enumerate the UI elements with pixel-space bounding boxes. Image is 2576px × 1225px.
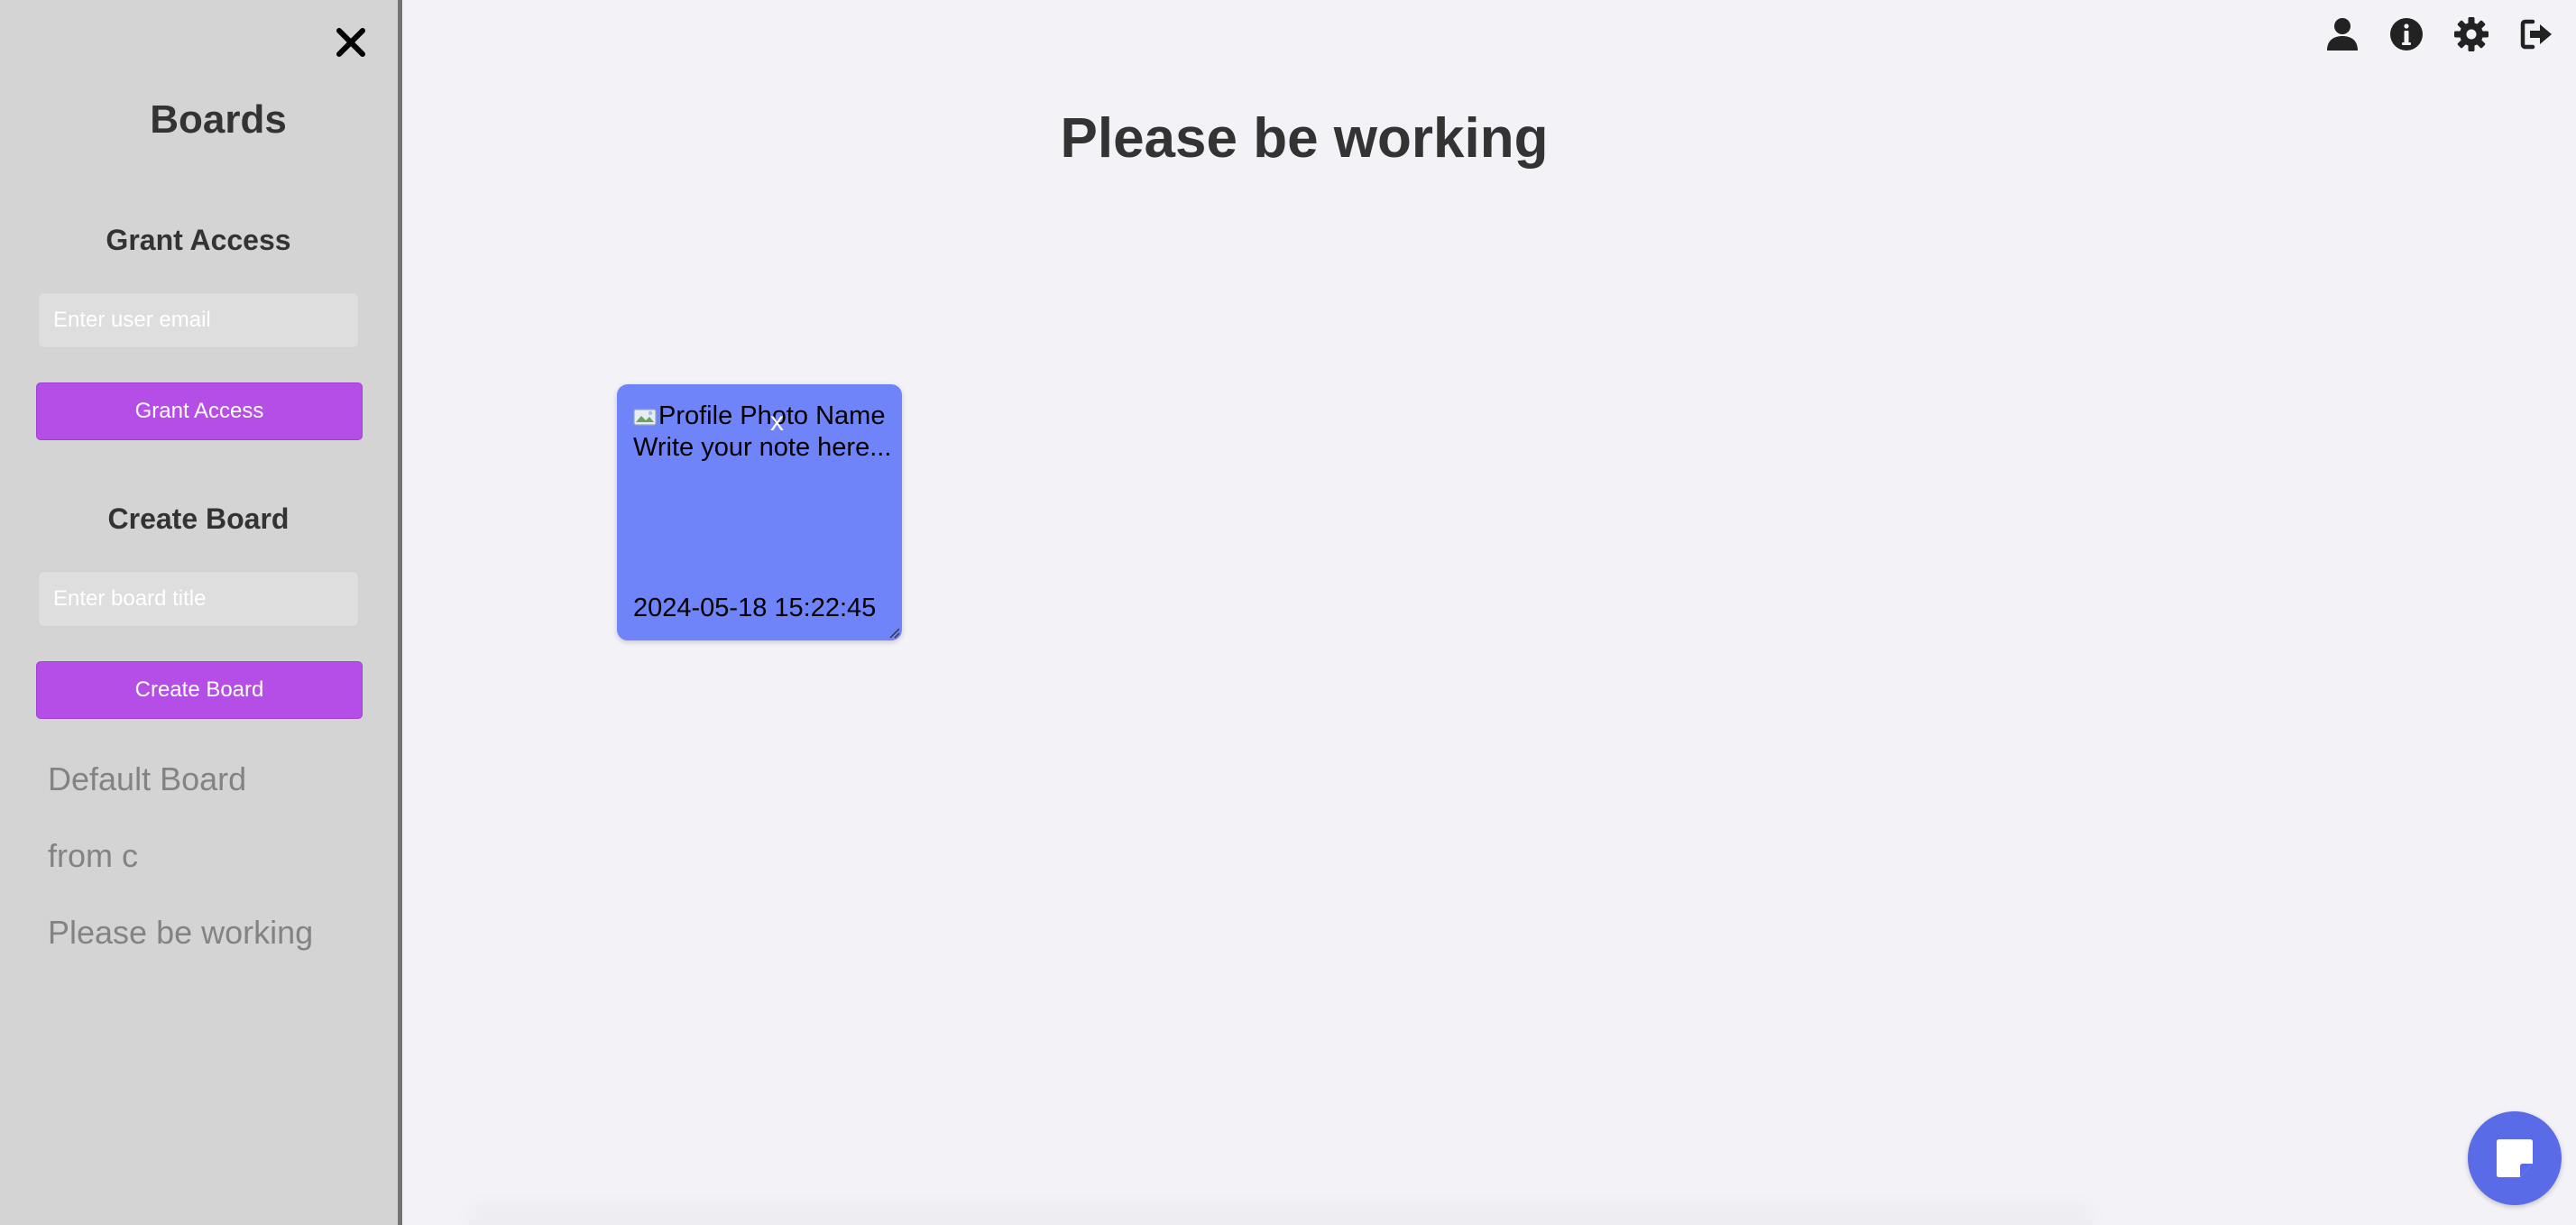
note-header: Profile Photo Name [633, 401, 885, 432]
create-board-button[interactable]: Create Board [36, 661, 363, 719]
board-item-default-board[interactable]: Default Board [48, 760, 246, 798]
grant-access-button[interactable]: Grant Access [36, 382, 363, 440]
note-content-input[interactable]: Write your note here... [633, 432, 891, 464]
user-email-input[interactable] [38, 292, 359, 348]
sidebar-title: Boards [150, 97, 287, 142]
board-item-please-be-working[interactable]: Please be working [48, 914, 313, 952]
note-timestamp: 2024-05-18 15:22:45 [633, 594, 877, 622]
sidebar: Boards Grant Access Grant Access Create … [0, 0, 402, 1225]
board-item-from-c[interactable]: from c [48, 837, 138, 875]
board-title-input[interactable] [38, 571, 359, 627]
sign-out-icon[interactable] [2515, 13, 2558, 56]
note-photo-alt: Profile Photo [658, 401, 809, 430]
close-sidebar-icon[interactable] [334, 25, 368, 60]
note-author-name: Name [815, 401, 886, 430]
broken-image-icon [633, 407, 658, 427]
grant-access-heading: Grant Access [106, 224, 291, 256]
resize-handle-icon[interactable] [888, 626, 900, 639]
info-icon[interactable] [2385, 13, 2428, 56]
user-icon[interactable] [2321, 13, 2364, 56]
board-title: Please be working [1060, 107, 1549, 170]
sticky-note-icon [2497, 1139, 2533, 1177]
sticky-note[interactable]: Profile Photo Name x Write your note her… [617, 384, 902, 640]
gear-icon[interactable] [2450, 13, 2493, 56]
bottom-shadow [469, 1220, 2093, 1225]
add-note-button[interactable] [2468, 1111, 2562, 1205]
create-board-heading: Create Board [107, 502, 290, 535]
